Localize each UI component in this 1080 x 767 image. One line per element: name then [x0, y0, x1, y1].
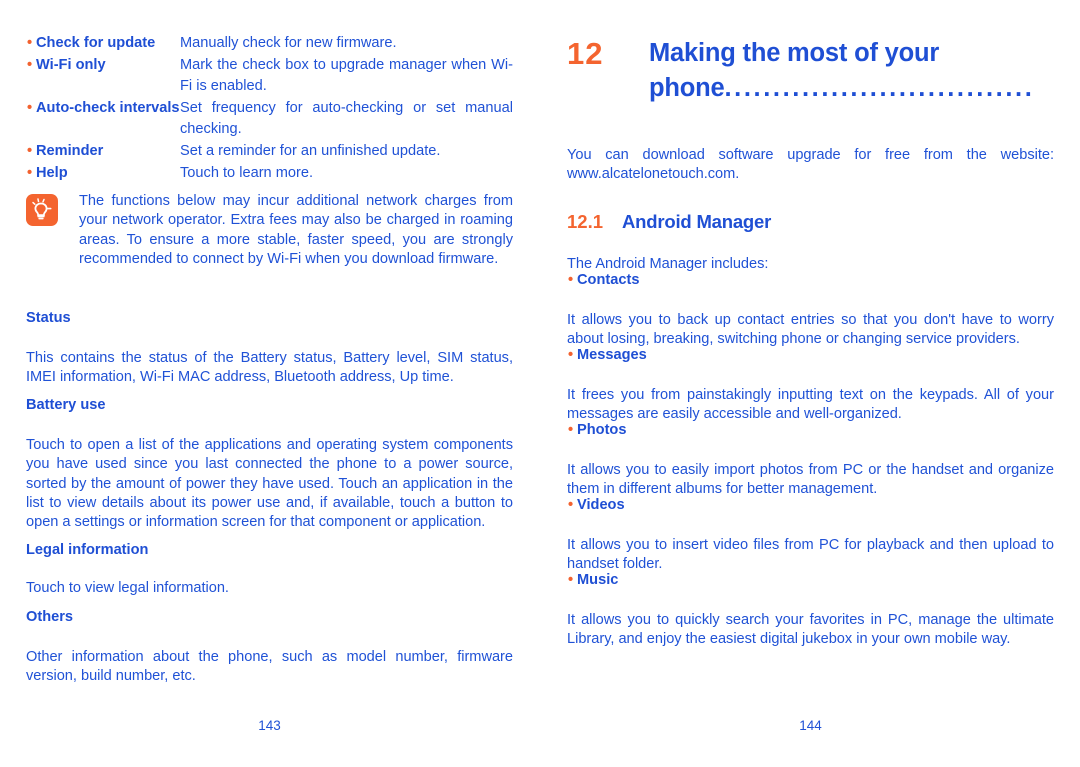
bullet-icon: • [27, 57, 33, 73]
bullet-icon: • [27, 35, 33, 51]
list-item: • Auto-check intervals Set frequency for… [26, 98, 513, 140]
feature-body: It allows you to back up contact entries… [567, 312, 1054, 348]
section-title: Android Manager [622, 211, 772, 232]
intro-paragraph-block: You can download software upgrade for fr… [567, 146, 1054, 185]
right-page: 12 Making the most of your phone........… [567, 0, 1054, 767]
section-body: This contains the status of the Battery … [26, 350, 513, 386]
tip-note-box: The functions below may incur additional… [26, 192, 513, 269]
setting-description: Set frequency for auto-checking or set m… [180, 100, 513, 137]
setting-label: • Auto-check intervals [26, 98, 180, 119]
dot-leader: ................................ [724, 74, 1035, 102]
feature-label-text: Messages [577, 347, 647, 363]
setting-label: • Check for update [26, 33, 180, 54]
feature-label: • Videos [567, 496, 1054, 515]
setting-description: Mark the check box to upgrade manager wh… [180, 57, 513, 94]
section-legal-information: Legal information Touch to view legal in… [26, 541, 513, 598]
section-body: Touch to view legal information. [26, 580, 229, 596]
section-body: Other information about the phone, such … [26, 649, 513, 685]
feature-label: • Photos [567, 421, 1054, 440]
lightbulb-tip-icon [26, 194, 58, 226]
feature-body: It frees you from painstakingly inputtin… [567, 387, 1054, 423]
setting-label-text: Auto-check intervals [36, 100, 180, 116]
section-heading: Battery use [26, 397, 106, 413]
feature-photos: • Photos It allows you to easily import … [567, 421, 1054, 500]
page-number-left: 143 [258, 718, 281, 733]
section-status: Status This contains the status of the B… [26, 309, 513, 388]
feature-label-text: Music [577, 572, 619, 588]
setting-description: Manually check for new firmware. [180, 35, 397, 51]
list-item: • Reminder Set a reminder for an unfinis… [26, 141, 513, 162]
feature-videos: • Videos It allows you to insert video f… [567, 496, 1054, 575]
feature-label: • Music [567, 571, 1054, 590]
setting-label: • Help [26, 163, 180, 184]
bullet-icon: • [568, 272, 574, 288]
intro-paragraph: You can download software upgrade for fr… [567, 147, 1054, 183]
bullet-icon: • [568, 347, 574, 363]
chapter-title-block: 12 Making the most of your phone........… [567, 36, 1054, 106]
bullet-icon: • [568, 422, 574, 438]
section-body: Touch to open a list of the applications… [26, 437, 513, 531]
feature-label: • Contacts [567, 271, 1054, 290]
list-item: • Wi-Fi only Mark the check box to upgra… [26, 55, 513, 97]
setting-label: • Wi-Fi only [26, 55, 180, 76]
manual-spread: • Check for update Manually check for ne… [0, 0, 1080, 767]
tip-note-text: The functions below may incur additional… [79, 193, 513, 267]
list-item: • Check for update Manually check for ne… [26, 33, 513, 54]
setting-description: Touch to learn more. [180, 165, 314, 181]
page-title: Making the most of your phone...........… [649, 36, 1054, 106]
section-others: Others Other information about the phone… [26, 608, 513, 687]
chapter-number: 12 [567, 36, 604, 71]
bullet-icon: • [568, 497, 574, 513]
left-page: • Check for update Manually check for ne… [26, 0, 513, 767]
section-battery-use: Battery use Touch to open a list of the … [26, 396, 513, 532]
feature-label-text: Photos [577, 422, 627, 438]
feature-messages: • Messages It frees you from painstaking… [567, 346, 1054, 425]
bullet-icon: • [568, 572, 574, 588]
bullet-icon: • [27, 100, 33, 116]
settings-definition-list: • Check for update Manually check for ne… [26, 33, 513, 184]
feature-label-text: Videos [577, 497, 625, 513]
feature-contacts: • Contacts It allows you to back up cont… [567, 271, 1054, 350]
setting-label: • Reminder [26, 141, 180, 162]
setting-label-text: Reminder [36, 143, 104, 159]
section-android-manager: 12.1 Android Manager The Android Manager… [567, 210, 1054, 274]
section-heading-row: 12.1 Android Manager [567, 210, 1054, 234]
feature-music: • Music It allows you to quickly search … [567, 571, 1054, 650]
feature-label: • Messages [567, 346, 1054, 365]
bullet-icon: • [27, 165, 33, 181]
bullet-icon: • [27, 143, 33, 159]
feature-body: It allows you to easily import photos fr… [567, 462, 1054, 498]
list-item: • Help Touch to learn more. [26, 163, 513, 184]
setting-label-text: Help [36, 165, 68, 181]
section-heading: Legal information [26, 542, 149, 558]
setting-label-text: Check for update [36, 35, 156, 51]
section-heading: Others [26, 609, 74, 625]
setting-label-text: Wi-Fi only [36, 57, 106, 73]
feature-body: It allows you to insert video files from… [567, 537, 1054, 573]
feature-body: It allows you to quickly search your fav… [567, 612, 1054, 648]
setting-description: Set a reminder for an unfinished update. [180, 143, 441, 159]
feature-label-text: Contacts [577, 272, 640, 288]
section-number: 12.1 [567, 211, 604, 232]
page-number-right: 144 [799, 718, 822, 733]
section-heading: Status [26, 310, 71, 326]
